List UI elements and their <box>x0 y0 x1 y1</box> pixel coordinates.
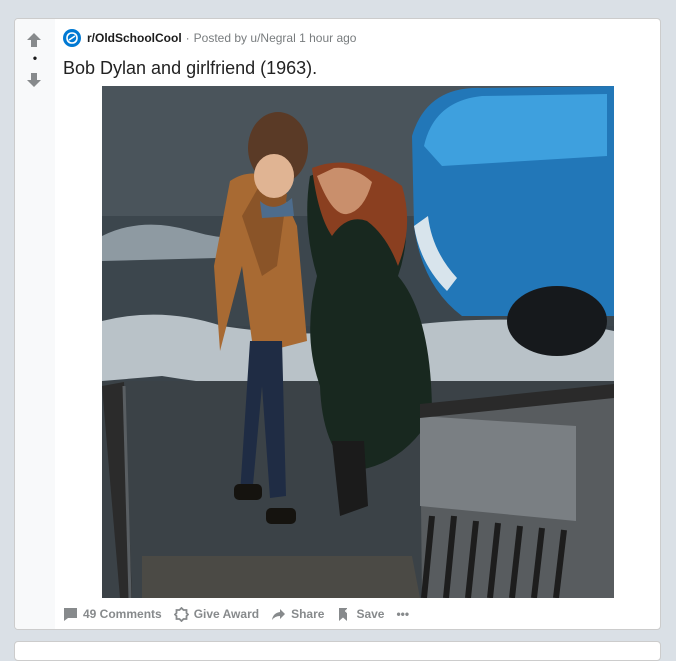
bookmark-icon <box>339 607 350 621</box>
posted-by-label: Posted by <box>193 31 248 45</box>
meta-separator: · <box>185 31 190 45</box>
post-actions: 49 Comments Give Award Share Save ••• <box>63 605 409 623</box>
award-label: Give Award <box>193 607 260 621</box>
subreddit-icon[interactable] <box>63 29 81 47</box>
downvote-button[interactable] <box>25 71 43 89</box>
subreddit-link[interactable]: r/OldSchoolCool <box>87 31 182 45</box>
share-label: Share <box>291 607 325 621</box>
save-button[interactable]: Save <box>336 607 384 622</box>
share-button[interactable]: Share <box>271 607 324 622</box>
post-card[interactable]: • r/OldSchoolCool · Posted by u/Negral 1… <box>14 18 661 630</box>
post-title[interactable]: Bob Dylan and girlfriend (1963). <box>63 57 317 79</box>
vote-score: • <box>32 51 38 65</box>
photo-bob-dylan-and-girlfriend <box>102 86 614 598</box>
comments-button[interactable]: 49 Comments <box>63 607 162 622</box>
upvote-button[interactable] <box>25 31 43 49</box>
next-post-card[interactable] <box>14 641 661 661</box>
award-icon <box>173 606 189 622</box>
comment-icon <box>64 607 77 621</box>
give-award-button[interactable]: Give Award <box>173 606 260 622</box>
author-link[interactable]: u/Negral <box>250 31 295 45</box>
comments-label: 49 Comments <box>83 607 162 621</box>
post-meta: r/OldSchoolCool · Posted by u/Negral 1 h… <box>63 29 356 47</box>
arrow-down-icon <box>27 73 41 87</box>
more-options-button[interactable]: ••• <box>396 607 409 621</box>
save-label: Save <box>356 607 385 621</box>
post-timestamp[interactable]: 1 hour ago <box>299 31 356 45</box>
vote-rail: • <box>15 19 55 629</box>
post-image[interactable] <box>102 86 614 598</box>
more-label: ••• <box>396 607 410 621</box>
arrow-up-icon <box>27 33 41 47</box>
share-icon <box>272 608 286 620</box>
